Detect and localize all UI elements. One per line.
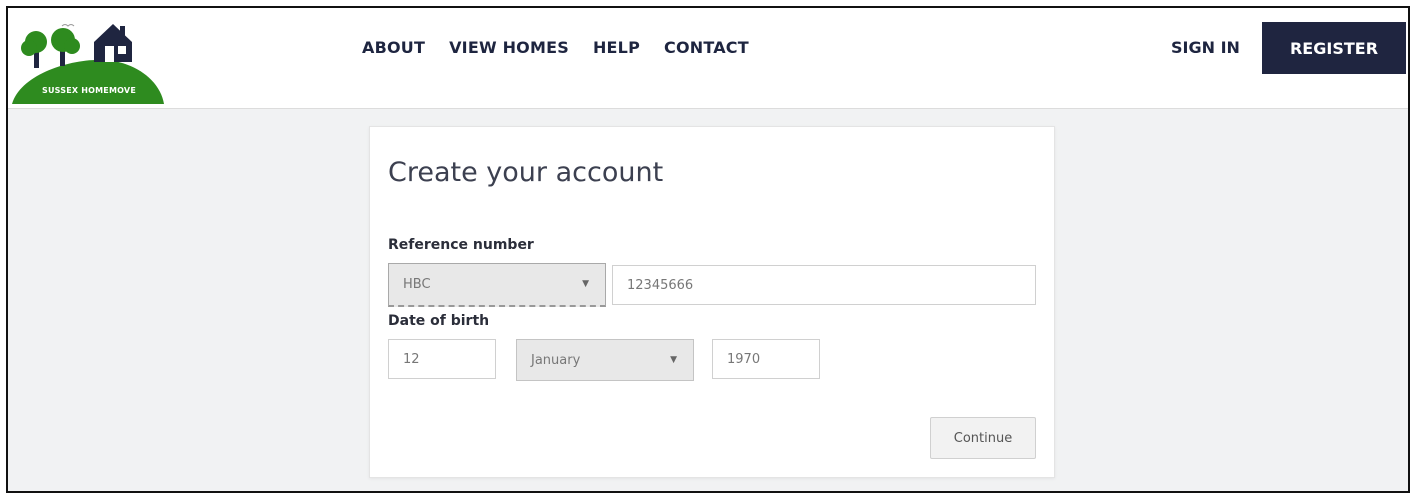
nav-help[interactable]: HELP [593, 38, 640, 57]
browser-viewport: SUSSEX HOMEMOVE ABOUT VIEW HOMES HELP CO… [6, 6, 1410, 493]
nav-about[interactable]: ABOUT [362, 38, 425, 57]
reference-number-input[interactable]: 12345666 [612, 265, 1036, 305]
nav-contact[interactable]: CONTACT [664, 38, 749, 57]
main-nav: ABOUT VIEW HOMES HELP CONTACT [362, 38, 749, 57]
date-of-birth-label: Date of birth [388, 313, 490, 329]
reference-prefix-value: HBC [403, 277, 431, 292]
reference-number-value: 12345666 [627, 277, 694, 293]
create-account-card: Create your account Reference number HBC… [369, 126, 1055, 478]
sign-in-link[interactable]: SIGN IN [1171, 38, 1240, 57]
reference-prefix-select[interactable]: HBC ▼ [388, 263, 606, 307]
register-button[interactable]: REGISTER [1262, 22, 1406, 74]
site-header: SUSSEX HOMEMOVE ABOUT VIEW HOMES HELP CO… [8, 8, 1408, 109]
dob-year-value: 1970 [727, 351, 761, 367]
nav-view-homes[interactable]: VIEW HOMES [449, 38, 569, 57]
dob-year-input[interactable]: 1970 [712, 339, 820, 379]
form-title: Create your account [388, 157, 664, 188]
chevron-down-icon: ▼ [670, 355, 677, 365]
reference-number-label: Reference number [388, 237, 534, 253]
continue-button[interactable]: Continue [930, 417, 1036, 459]
dob-month-select[interactable]: January ▼ [516, 339, 694, 381]
logo-text: SUSSEX HOMEMOVE [42, 86, 136, 95]
site-logo[interactable]: SUSSEX HOMEMOVE [10, 20, 166, 104]
dob-month-value: January [531, 352, 581, 368]
chevron-down-icon: ▼ [582, 279, 589, 289]
dob-day-input[interactable]: 12 [388, 339, 496, 379]
dob-day-value: 12 [403, 351, 420, 367]
